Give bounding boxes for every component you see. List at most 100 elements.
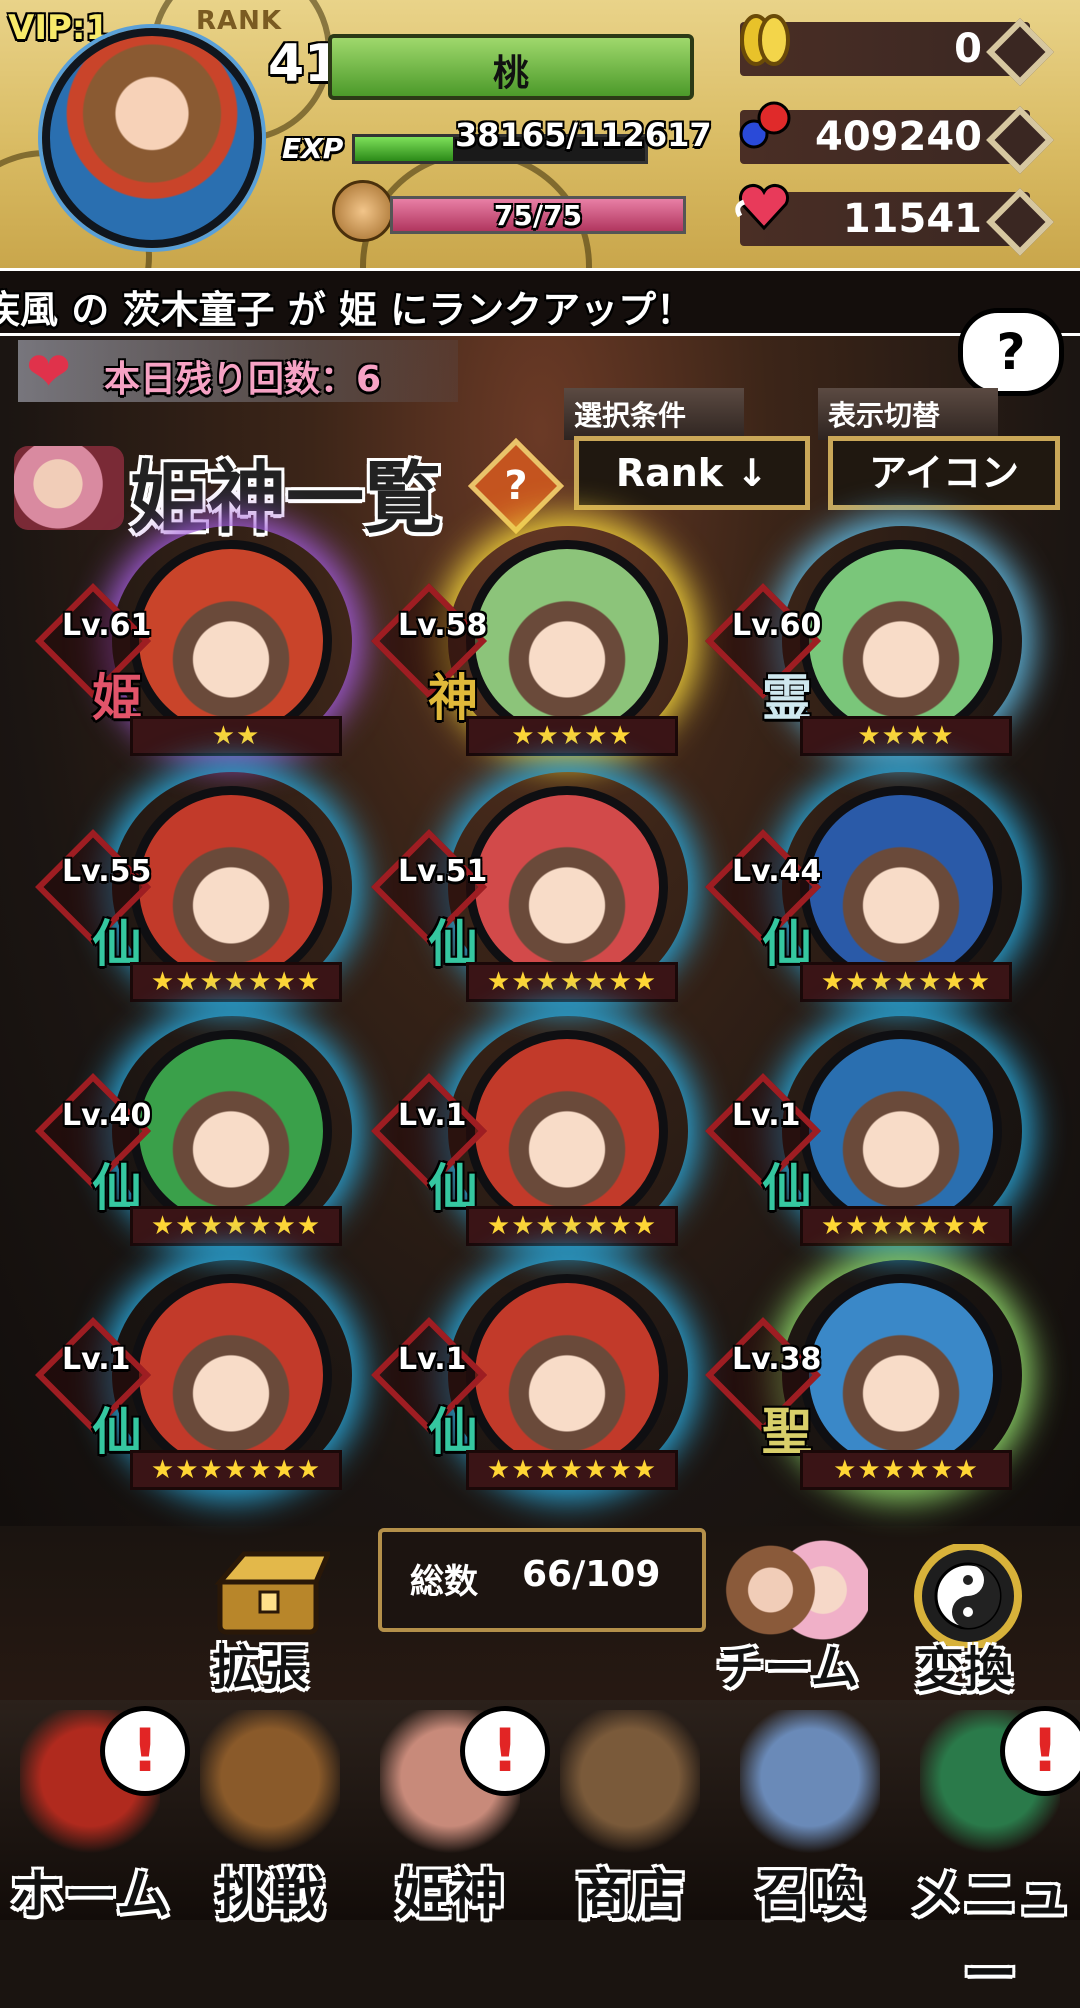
character-portrait[interactable] xyxy=(466,540,668,742)
nav-item-art xyxy=(560,1710,700,1860)
player-avatar[interactable] xyxy=(42,28,262,248)
display-toggle-label: 表示切替 xyxy=(818,388,998,440)
heart-value: 11541 xyxy=(842,196,982,242)
double-heart-icon: ❤ xyxy=(26,340,72,403)
display-toggle-button[interactable]: アイコン xyxy=(828,436,1060,510)
gold-coin-icon xyxy=(734,10,794,70)
character-card[interactable]: Lv.55 仙 ★★★★★★★ xyxy=(35,786,352,1026)
team-chibi-icon[interactable] xyxy=(718,1540,868,1640)
character-card[interactable]: Lv.1 仙 ★★★★★★★ xyxy=(35,1274,352,1514)
character-level: Lv.51 xyxy=(398,854,488,889)
star-rating: ★★★★ xyxy=(800,716,1012,756)
character-portrait[interactable] xyxy=(130,786,332,988)
daily-remaining-count: 本日残り回数：6 xyxy=(104,359,382,400)
character-card[interactable]: Lv.40 仙 ★★★★★★★ xyxy=(35,1030,352,1270)
character-portrait[interactable] xyxy=(800,540,1002,742)
team-button[interactable]: チーム xyxy=(716,1628,859,1698)
vip-level: VIP:1 xyxy=(8,8,110,48)
nav-item-art xyxy=(200,1710,340,1860)
player-name: 桃 xyxy=(492,53,529,94)
ticker-text: 疾風 の 茨木童子 が 姫 にランクアップ！ xyxy=(0,288,695,332)
sort-label: 選択条件 xyxy=(564,388,744,440)
character-card[interactable]: Lv.1 仙 ★★★★★★★ xyxy=(705,1030,1022,1270)
exp-value: 38165/112617 xyxy=(455,116,712,154)
alert-icon: ! xyxy=(1000,1706,1080,1796)
news-ticker: 疾風 の 茨木童子 が 姫 にランクアップ！ xyxy=(0,268,1080,336)
character-card[interactable]: Lv.61 姫 ★★ xyxy=(35,540,352,780)
character-level: Lv.38 xyxy=(732,1342,822,1377)
title-chibi-icon xyxy=(14,446,124,530)
convert-button[interactable]: 変換 xyxy=(916,1630,1012,1700)
character-level: Lv.44 xyxy=(732,854,822,889)
nav-item-art xyxy=(740,1710,880,1860)
character-card[interactable]: Lv.1 仙 ★★★★★★★ xyxy=(371,1030,688,1270)
nav-item-label: ホーム xyxy=(9,1863,171,1926)
character-card[interactable]: Lv.60 霊 ★★★★ xyxy=(705,540,1022,780)
character-portrait[interactable] xyxy=(130,1030,332,1232)
star-rating: ★★★★★ xyxy=(466,716,678,756)
star-rating: ★★★★★★★ xyxy=(130,1450,342,1490)
character-card[interactable]: Lv.58 神 ★★★★★ xyxy=(371,540,688,780)
gold-value: 0 xyxy=(954,26,982,72)
star-rating: ★★★★★★★ xyxy=(800,962,1012,1002)
character-level: Lv.1 xyxy=(732,1098,801,1133)
character-card[interactable]: Lv.51 仙 ★★★★★★★ xyxy=(371,786,688,1026)
character-portrait[interactable] xyxy=(800,786,1002,988)
star-rating: ★★★★★★★ xyxy=(130,962,342,1002)
star-rating: ★★★★★★★ xyxy=(130,1206,342,1246)
title-help-mark: ? xyxy=(504,463,528,509)
nav-item[interactable]: 召喚 xyxy=(720,1700,900,1926)
winged-heart-icon xyxy=(734,176,794,236)
help-bubble-icon[interactable]: ? xyxy=(958,308,1064,396)
character-level: Lv.60 xyxy=(732,608,822,643)
player-name-bar: 桃 xyxy=(328,34,694,100)
expand-chest-icon[interactable] xyxy=(210,1548,332,1638)
nav-item-label: 商店 xyxy=(576,1863,684,1926)
page-title: 姫神一覧 xyxy=(130,453,443,544)
character-level: Lv.58 xyxy=(398,608,488,643)
star-rating: ★★★★★★★ xyxy=(466,962,678,1002)
star-rating: ★★★★★★★ xyxy=(466,1450,678,1490)
character-portrait[interactable] xyxy=(130,540,332,742)
nav-item[interactable]: 商店 xyxy=(540,1700,720,1926)
star-rating: ★★ xyxy=(130,716,342,756)
character-portrait[interactable] xyxy=(130,1274,332,1476)
character-card[interactable]: Lv.44 仙 ★★★★★★★ xyxy=(705,786,1022,1026)
nav-item[interactable]: 挑戦 xyxy=(180,1700,360,1926)
expand-button[interactable]: 拡張 xyxy=(212,1628,308,1698)
nav-item[interactable]: メニュー! xyxy=(900,1700,1080,2005)
character-level: Lv.1 xyxy=(398,1098,467,1133)
character-portrait[interactable] xyxy=(466,786,668,988)
character-level: Lv.55 xyxy=(62,854,152,889)
nav-item-label: メニュー xyxy=(909,1863,1071,2005)
total-count-box: 総数 66/109 xyxy=(378,1528,706,1632)
character-portrait[interactable] xyxy=(466,1274,668,1476)
orb-value: 409240 xyxy=(815,114,982,160)
stamina-icon xyxy=(332,180,394,242)
nav-item-label: 姫神 xyxy=(396,1863,504,1926)
character-card[interactable]: Lv.38 聖 ★★★★★★ xyxy=(705,1274,1022,1514)
nav-item[interactable]: ホーム! xyxy=(0,1700,190,1926)
nav-item-label: 挑戦 xyxy=(216,1863,324,1926)
character-portrait[interactable] xyxy=(466,1030,668,1232)
sort-dropdown[interactable]: Rank ↓ xyxy=(574,436,810,510)
character-card[interactable]: Lv.1 仙 ★★★★★★★ xyxy=(371,1274,688,1514)
exp-bar-fill xyxy=(355,137,454,161)
character-level: Lv.40 xyxy=(62,1098,152,1133)
star-rating: ★★★★★★★ xyxy=(466,1206,678,1246)
character-level: Lv.61 xyxy=(62,608,152,643)
character-level: Lv.1 xyxy=(398,1342,467,1377)
exp-label: EXP xyxy=(282,132,344,165)
nav-item[interactable]: 姫神! xyxy=(360,1700,550,1926)
alert-icon: ! xyxy=(100,1706,190,1796)
alert-icon: ! xyxy=(460,1706,550,1796)
character-portrait[interactable] xyxy=(800,1030,1002,1232)
nav-item-label: 召喚 xyxy=(756,1863,864,1926)
total-label: 総数 xyxy=(410,1562,478,1602)
star-rating: ★★★★★★★ xyxy=(800,1206,1012,1246)
total-value: 66/109 xyxy=(522,1554,661,1595)
stamina-bar: 75/75 xyxy=(390,196,686,234)
stamina-value: 75/75 xyxy=(493,199,583,232)
orb-icon xyxy=(734,96,794,156)
character-portrait[interactable] xyxy=(800,1274,1002,1476)
